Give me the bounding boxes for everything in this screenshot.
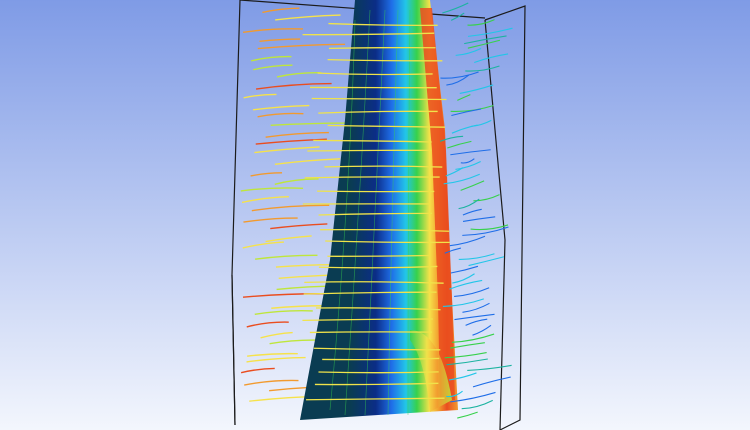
streamline	[317, 190, 435, 193]
streamline	[327, 254, 431, 257]
cfd-viewport[interactable]	[0, 0, 750, 430]
cfd-visualization-canvas	[0, 0, 750, 430]
streamline	[309, 331, 433, 334]
streamline	[307, 149, 432, 152]
streamline	[328, 46, 436, 50]
